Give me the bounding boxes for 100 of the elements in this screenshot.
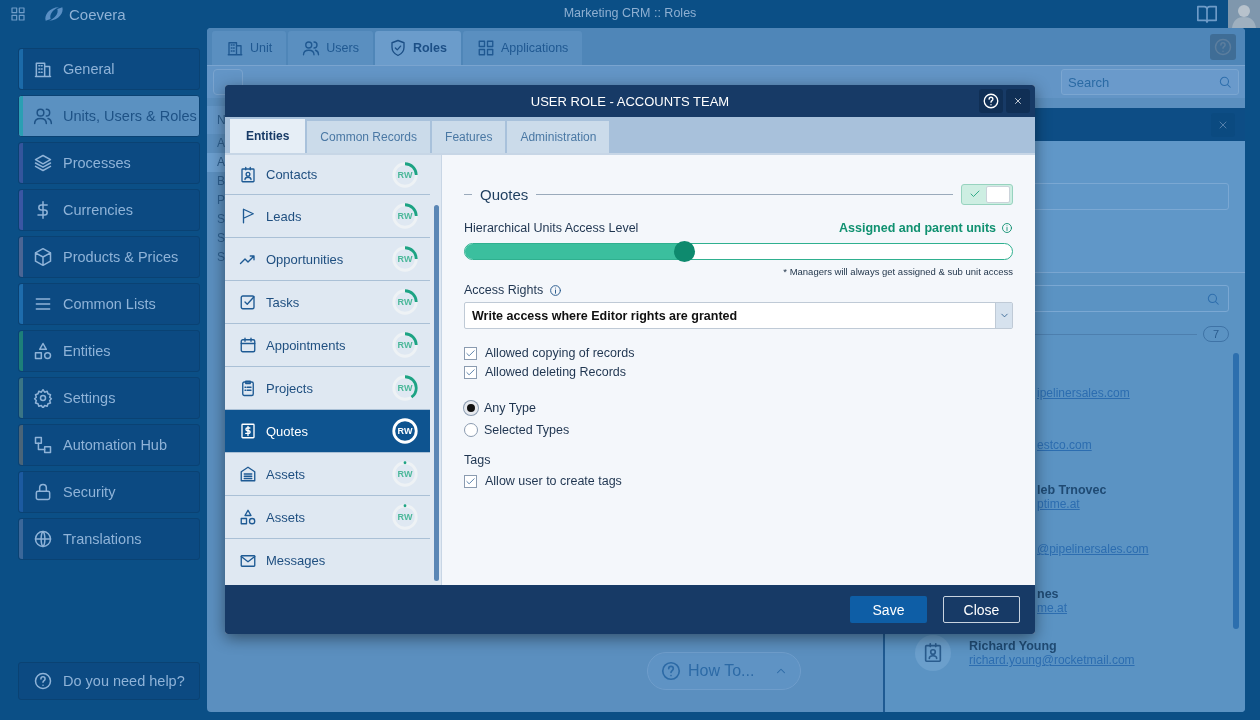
access-label: RW (396, 339, 414, 351)
checkbox-label: Allow user to create tags (485, 474, 622, 488)
entity-item[interactable]: Contacts RW (225, 155, 430, 195)
access-label: RW (396, 296, 414, 308)
check-icon (969, 188, 981, 200)
help-link[interactable]: Do you need help? (18, 662, 200, 700)
search-field[interactable]: Search (1061, 69, 1239, 95)
building-icon (33, 59, 53, 79)
entity-item[interactable]: Quotes RW (225, 410, 430, 453)
building-icon (226, 39, 244, 57)
tab[interactable]: Applications (462, 31, 583, 65)
apps-grid-icon (476, 39, 495, 57)
info-icon (1001, 222, 1013, 234)
sidebar-item[interactable]: Translations (18, 518, 200, 560)
save-button[interactable]: Save (850, 596, 927, 623)
entity-item[interactable]: Opportunities RW (225, 238, 430, 281)
checkbox-label: Allowed deleting Records (485, 365, 627, 379)
help-icon (33, 671, 53, 691)
footnote: * Managers will always get assigned & sub unit access (782, 266, 1013, 277)
sidebar-item[interactable]: Units, Users & Roles (18, 95, 200, 137)
slider-track[interactable] (464, 243, 1013, 260)
checkbox[interactable] (464, 474, 477, 488)
close-icon (1013, 96, 1023, 106)
tab[interactable]: Roles (374, 31, 461, 65)
dialog-title: USER ROLE - ACCOUNTS TEAM (530, 94, 730, 109)
shield-icon (388, 39, 407, 57)
field-label: Hierarchical Units Access Level (464, 221, 639, 235)
logo-text: Coevera (69, 5, 126, 23)
access-label: RW (396, 425, 414, 437)
help-button[interactable] (979, 89, 1003, 113)
help-icon (1213, 36, 1233, 57)
close-button[interactable]: Close (943, 596, 1020, 623)
sidebar-item[interactable]: Products & Prices (18, 236, 200, 278)
check-icon (465, 347, 476, 359)
search-icon (1218, 75, 1232, 89)
access-label: RW (396, 210, 414, 222)
level-value: Assigned and parent units (839, 221, 996, 235)
tab[interactable]: Unit (212, 31, 287, 65)
tab[interactable]: Features (432, 121, 506, 153)
help-icon (660, 660, 682, 682)
users-icon (33, 106, 53, 126)
contact-name: leb Trnovec (1037, 483, 1107, 497)
access-label: RW (396, 382, 414, 394)
flow-icon (33, 435, 53, 455)
access-label: RW (396, 253, 414, 265)
sidebar-item[interactable]: Currencies (18, 189, 200, 231)
entity-item[interactable]: Leads RW (225, 195, 430, 238)
shapes-icon (33, 341, 53, 361)
entity-item[interactable]: Assets RW (225, 453, 430, 496)
entity-item[interactable]: Appointments RW (225, 324, 430, 367)
section-title: Quotes (480, 185, 529, 203)
users-icon (302, 39, 321, 57)
contact-name: Richard Young (969, 639, 1058, 653)
tab[interactable]: Administration (507, 121, 610, 153)
sidebar-item[interactable]: Settings (18, 377, 200, 419)
info-icon (549, 283, 563, 297)
entity-item[interactable]: Tasks RW (225, 281, 430, 324)
tab[interactable]: Entities (230, 119, 306, 153)
settings-icon (33, 388, 53, 408)
checkbox-icon (239, 293, 257, 311)
book-icon[interactable] (1196, 3, 1218, 25)
shapes-icon (239, 508, 257, 526)
radio-button[interactable] (464, 423, 478, 437)
access-label: RW (396, 511, 414, 523)
globe-icon (33, 529, 53, 549)
sidebar-item[interactable]: Processes (18, 142, 200, 184)
help-icon (982, 92, 1000, 110)
access-label: RW (396, 168, 414, 181)
toggle-switch[interactable] (961, 183, 1013, 205)
archive-icon (239, 465, 257, 483)
sidebar-item[interactable]: Security (18, 471, 200, 513)
entity-item[interactable]: Assets RW (225, 496, 430, 539)
radio-label: Selected Types (484, 423, 570, 437)
window-title: Marketing CRM :: Roles (563, 6, 697, 20)
sidebar-item[interactable]: Entities (18, 330, 200, 372)
sidebar-item[interactable]: Common Lists (18, 283, 200, 325)
sidebar-item[interactable]: General (18, 48, 200, 90)
contact-card-icon (922, 642, 944, 664)
radio-label: Any Type (484, 401, 536, 415)
contact-card-icon (239, 165, 257, 184)
avatar[interactable] (1228, 0, 1260, 28)
access-label: RW (396, 468, 414, 480)
slider-thumb[interactable] (673, 240, 695, 262)
field-label: Access Rights (464, 283, 544, 297)
tab[interactable]: Users (288, 31, 373, 65)
checkbox[interactable] (464, 346, 477, 360)
dropdown[interactable]: Write access where Editor rights are granted (464, 302, 1013, 329)
checkbox-label: Allowed copying of records (485, 346, 635, 360)
scrollbar[interactable] (434, 205, 439, 581)
sidebar-item[interactable]: Automation Hub (18, 424, 200, 466)
entity-item[interactable]: Messages (225, 539, 430, 582)
field-label: Tags (464, 453, 492, 467)
scrollbar[interactable] (1233, 353, 1239, 629)
tab[interactable]: Common Records (307, 121, 431, 153)
box-icon (33, 247, 53, 267)
contact-name: nes (1037, 587, 1060, 601)
clipboard-icon (239, 379, 257, 397)
lock-icon (33, 482, 53, 502)
apps-grid-icon[interactable] (10, 6, 26, 22)
checkbox[interactable] (464, 365, 477, 379)
